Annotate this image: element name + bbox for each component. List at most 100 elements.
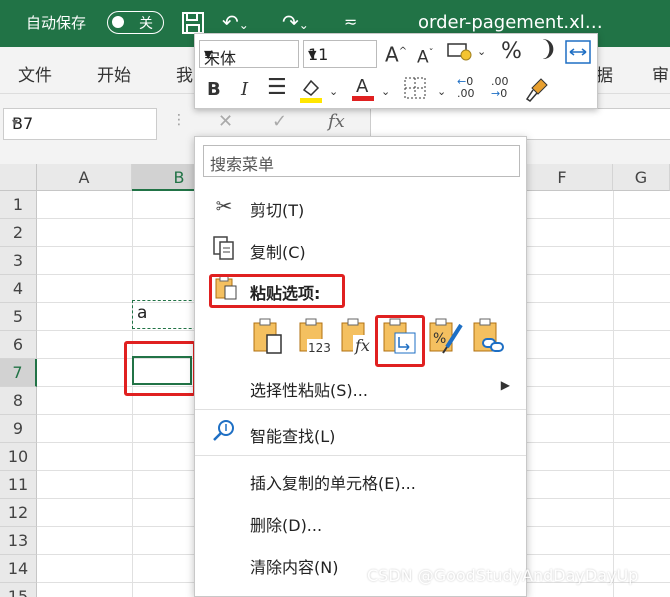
shrink-font-button[interactable]: Aˇ: [417, 42, 434, 70]
tab-home[interactable]: 开始: [97, 61, 131, 86]
gridline: [613, 191, 614, 597]
toggle-knob: [112, 16, 124, 28]
column-header-a[interactable]: A: [37, 164, 132, 191]
comma-style-button[interactable]: ❩: [539, 38, 557, 62]
menu-item-copy[interactable]: 复制(C): [195, 231, 526, 267]
row-header-6[interactable]: 6: [0, 331, 37, 359]
menu-item-delete[interactable]: 删除(D)...: [195, 504, 526, 540]
enter-icon[interactable]: ✓: [272, 111, 287, 132]
row-header-15[interactable]: 15: [0, 583, 37, 597]
grow-font-button[interactable]: A^: [385, 40, 407, 67]
increase-decimal-button[interactable]: ←0.00: [457, 76, 475, 100]
percent-style-button[interactable]: %: [501, 40, 522, 64]
row-header-7[interactable]: 7: [0, 359, 37, 387]
svg-text:A: A: [356, 76, 369, 97]
row-header-11[interactable]: 11: [0, 471, 37, 499]
menu-item-label: 智能查找(L): [250, 427, 336, 446]
menu-item-paste-special[interactable]: 选择性粘贴(S)... ▶: [195, 369, 526, 405]
file-name: order-pagement.xl…: [418, 12, 603, 33]
autosave-toggle[interactable]: 关: [107, 11, 164, 34]
row-header-5[interactable]: 5: [0, 303, 37, 331]
toggle-state-label: 关: [139, 16, 153, 32]
menu-separator: [195, 455, 526, 456]
chevron-down-icon: ▾: [12, 115, 19, 129]
grow-font-label: A: [385, 42, 399, 67]
search-icon: [211, 419, 237, 445]
svg-text:%: %: [433, 331, 446, 347]
row-header-14[interactable]: 14: [0, 555, 37, 583]
chevron-down-icon[interactable]: ⌄: [381, 80, 390, 104]
tab-review[interactable]: 审: [652, 61, 669, 86]
chevron-right-icon: ▶: [500, 378, 510, 392]
insert-function-icon[interactable]: fx: [328, 111, 345, 132]
drag-handle-icon[interactable]: ⋮: [172, 112, 186, 128]
paste-values-button[interactable]: 123: [297, 317, 337, 359]
row-header-13[interactable]: 13: [0, 527, 37, 555]
font-name-select[interactable]: 宋体 ▼: [199, 40, 299, 68]
row-header-9[interactable]: 9: [0, 415, 37, 443]
tab-file[interactable]: 文件: [18, 61, 52, 86]
menu-item-label: 删除(D)...: [250, 516, 323, 535]
chevron-down-icon: ▼: [308, 48, 317, 61]
select-all-corner[interactable]: [0, 164, 37, 191]
column-header-g[interactable]: G: [613, 164, 670, 191]
row-header-10[interactable]: 10: [0, 443, 37, 471]
scissors-icon: ✂: [215, 194, 233, 218]
paste-formulas-button[interactable]: fx: [339, 317, 379, 359]
align-center-icon[interactable]: ☰: [267, 76, 287, 100]
decrease-decimal-button[interactable]: .00 →0: [491, 76, 509, 100]
menu-item-label: 插入复制的单元格(E)...: [250, 474, 416, 493]
highlight-box-transpose: [375, 315, 425, 367]
row-header-12[interactable]: 12: [0, 499, 37, 527]
fill-color-icon[interactable]: [299, 76, 323, 111]
borders-icon[interactable]: [403, 76, 427, 107]
menu-separator: [195, 409, 526, 410]
row-header-3[interactable]: 3: [0, 247, 37, 275]
chevron-down-icon[interactable]: ⌄: [477, 40, 486, 64]
cancel-icon[interactable]: ✕: [218, 111, 233, 132]
number-format-icon[interactable]: [447, 40, 473, 69]
tab-data[interactable]: 据: [596, 61, 613, 86]
format-painter-icon[interactable]: [525, 76, 551, 109]
menu-item-label: 清除内容(N): [250, 558, 339, 577]
menu-item-insert-copied[interactable]: 插入复制的单元格(E)...: [195, 462, 526, 498]
svg-text:fx: fx: [354, 336, 370, 355]
copy-icon: [211, 235, 237, 261]
menu-item-label: 选择性粘贴(S)...: [250, 381, 368, 400]
name-box[interactable]: B7 ▾: [3, 108, 157, 140]
menu-item-smart-lookup[interactable]: 智能查找(L): [195, 415, 526, 451]
cell-value: a: [137, 303, 148, 323]
search-placeholder: 搜索菜单: [210, 155, 275, 174]
customize-qat-icon[interactable]: ≂: [344, 10, 357, 34]
chevron-down-icon: ▼: [204, 48, 213, 61]
font-color-icon[interactable]: A: [351, 74, 375, 109]
row-header-2[interactable]: 2: [0, 219, 37, 247]
font-size-select[interactable]: 11 ▼: [303, 40, 377, 68]
italic-button[interactable]: I: [241, 78, 248, 102]
copied-cell-b5[interactable]: a: [132, 300, 202, 329]
row-header-1[interactable]: 1: [0, 191, 37, 219]
highlight-box-paste-options: [209, 274, 345, 308]
menu-item-label: 剪切(T): [250, 201, 305, 220]
tab-insert[interactable]: 我: [176, 61, 193, 86]
highlight-box-active-cell: [124, 341, 196, 396]
mini-toolbar: 宋体 ▼ 11 ▼ A^ Aˇ ⌄ % ❩ B I ☰ ⌄ A ⌄ ⌄ ←0.0…: [194, 33, 598, 109]
paste-button[interactable]: [251, 317, 291, 359]
column-header-f[interactable]: F: [512, 164, 613, 191]
chevron-down-icon[interactable]: ⌄: [329, 80, 338, 104]
merge-center-icon[interactable]: [565, 40, 591, 71]
caret-up-icon: ^: [398, 46, 408, 57]
chevron-down-icon[interactable]: ⌄: [437, 80, 446, 104]
paste-formatting-button[interactable]: %: [427, 317, 467, 359]
bold-button[interactable]: B: [207, 78, 221, 102]
shrink-font-label: A: [417, 47, 429, 68]
svg-text:123: 123: [308, 341, 331, 355]
row-header-4[interactable]: 4: [0, 275, 37, 303]
menu-item-cut[interactable]: ✂ 剪切(T): [195, 189, 526, 225]
context-menu: 搜索菜单 ✂ 剪切(T) 复制(C) 粘贴选项: 123 fx % 选择性粘贴(…: [194, 136, 527, 597]
paste-link-button[interactable]: [471, 317, 511, 359]
caret-down-icon: ˇ: [428, 48, 434, 59]
autosave-label: 自动保存: [26, 14, 87, 32]
search-menu-input[interactable]: 搜索菜单: [203, 145, 520, 177]
row-header-8[interactable]: 8: [0, 387, 37, 415]
